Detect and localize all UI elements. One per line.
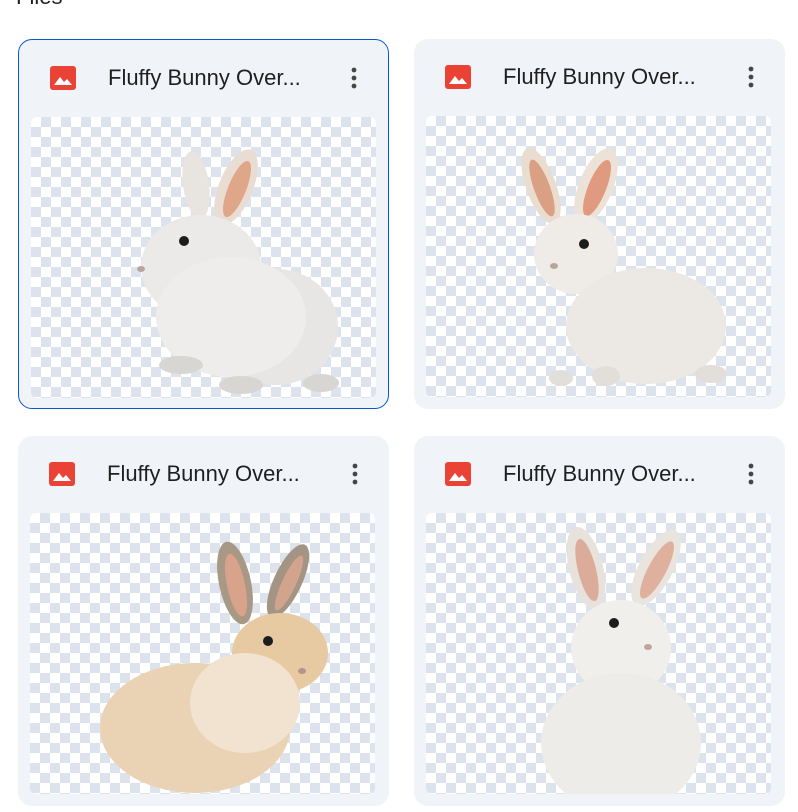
bunny-image	[137, 149, 339, 394]
section-label-files: Files	[16, 0, 62, 10]
file-title[interactable]: Fluffy Bunny Over...	[107, 460, 317, 488]
more-options-button[interactable]	[733, 59, 769, 95]
image-file-icon	[49, 462, 75, 486]
file-card[interactable]: Fluffy Bunny Over...	[414, 436, 785, 806]
image-file-icon	[445, 462, 471, 486]
bunny-image	[521, 148, 727, 386]
file-thumbnail[interactable]	[426, 116, 771, 397]
file-card-header: Fluffy Bunny Over...	[19, 40, 388, 116]
more-vert-icon	[352, 463, 358, 485]
file-card[interactable]: Fluffy Bunny Over...	[414, 39, 785, 409]
file-card[interactable]: Fluffy Bunny Over...	[18, 436, 389, 806]
file-title[interactable]: Fluffy Bunny Over...	[108, 64, 318, 92]
file-title[interactable]: Fluffy Bunny Over...	[503, 63, 713, 91]
more-options-button[interactable]	[337, 456, 373, 492]
file-thumbnail[interactable]	[30, 513, 375, 794]
more-options-button[interactable]	[733, 456, 769, 492]
image-file-icon	[50, 66, 76, 90]
file-title[interactable]: Fluffy Bunny Over...	[503, 460, 713, 488]
file-card-header: Fluffy Bunny Over...	[414, 436, 785, 512]
more-options-button[interactable]	[336, 60, 372, 96]
file-card[interactable]: Fluffy Bunny Over...	[18, 39, 389, 409]
file-thumbnail[interactable]	[426, 513, 771, 794]
file-card-header: Fluffy Bunny Over...	[414, 39, 785, 115]
file-card-header: Fluffy Bunny Over...	[18, 436, 389, 512]
more-vert-icon	[748, 66, 754, 88]
image-file-icon	[445, 65, 471, 89]
bunny-image	[100, 541, 328, 793]
more-vert-icon	[748, 463, 754, 485]
file-thumbnail[interactable]	[31, 117, 376, 398]
bunny-image	[541, 527, 701, 794]
more-vert-icon	[351, 67, 357, 89]
